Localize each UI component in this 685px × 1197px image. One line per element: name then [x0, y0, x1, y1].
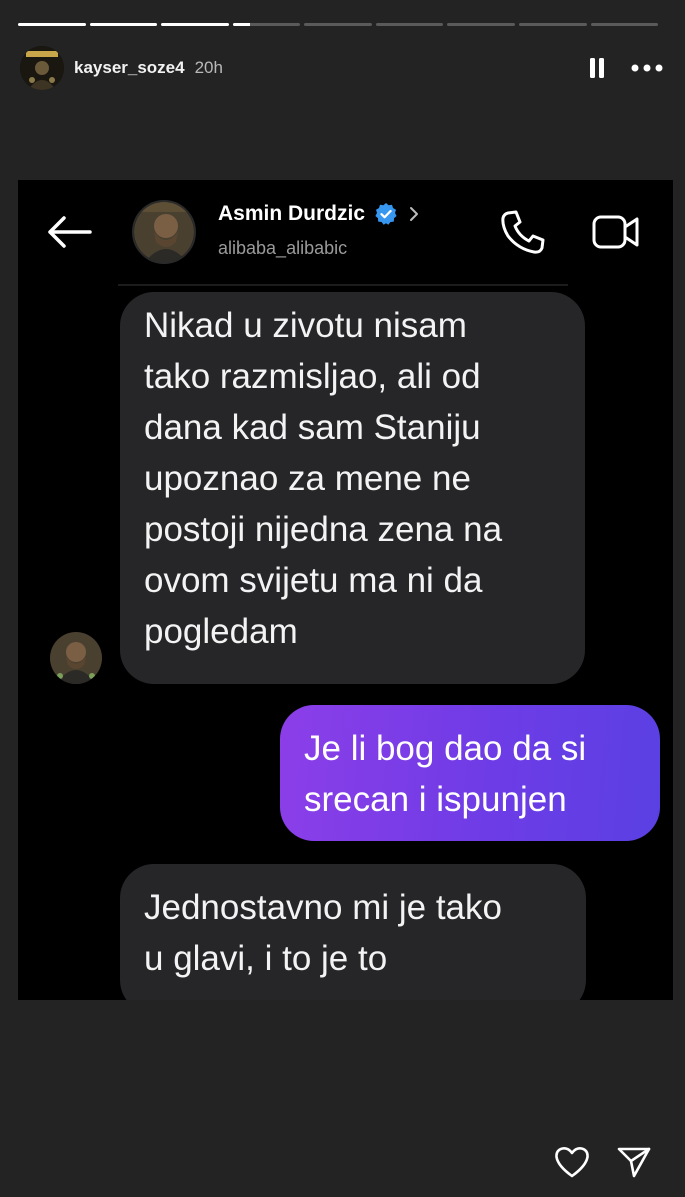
heart-icon: [555, 1147, 589, 1178]
story-progress-segment: [89, 23, 158, 26]
story-footer-actions: [552, 1142, 654, 1182]
more-dots-icon: [631, 64, 663, 72]
pause-icon: [590, 58, 604, 78]
phone-call-icon[interactable]: [500, 210, 546, 254]
story-progress-segment: [518, 23, 587, 26]
share-button[interactable]: [614, 1142, 654, 1182]
story-progress-segment: [18, 23, 86, 26]
contact-avatar[interactable]: [132, 200, 196, 264]
story-username[interactable]: kayser_soze4: [74, 58, 185, 78]
contact-photo-icon: [134, 202, 194, 262]
contact-name-row[interactable]: Asmin Durdzic: [218, 202, 422, 226]
story-progress-segment: [304, 23, 372, 26]
story-avatar[interactable]: [20, 46, 64, 90]
back-arrow-icon[interactable]: [46, 214, 92, 250]
story-progress-segment: [161, 23, 229, 26]
sender-avatar: [50, 632, 102, 684]
story-timestamp: 20h: [194, 58, 223, 77]
outgoing-message-bubble[interactable]: Je li bog dao da si srecan i ispunjen: [280, 705, 660, 841]
incoming-message-bubble[interactable]: Nikad u zivotu nisam tako razmisljao, al…: [120, 292, 585, 684]
send-paper-plane-icon: [617, 1147, 651, 1178]
chat-header: Asmin Durdzic alibaba_alibabic: [18, 180, 673, 285]
story-progress-fill: [161, 23, 229, 26]
contact-name[interactable]: Asmin Durdzic: [218, 202, 365, 226]
video-call-icon[interactable]: [592, 212, 640, 252]
story-progress-fill: [89, 23, 158, 26]
avatar-photo-icon: [20, 46, 64, 90]
story-progress-segment: [375, 23, 444, 26]
story-progress-segment: [590, 23, 659, 26]
header-divider: [118, 284, 568, 286]
pause-button[interactable]: [581, 52, 613, 84]
like-button[interactable]: [552, 1142, 592, 1182]
more-options-button[interactable]: [631, 52, 663, 84]
verified-badge-icon: [375, 203, 397, 225]
incoming-message-bubble[interactable]: Jednostavno mi je tako u glavi, i to je …: [120, 864, 586, 1000]
story-progress-fill: [232, 23, 250, 26]
story-progress-segment: [447, 23, 515, 26]
story-header: kayser_soze4 20h: [20, 45, 663, 91]
sender-photo-icon: [50, 632, 102, 684]
shared-chat-screenshot: Asmin Durdzic alibaba_alibabic Nikad u z…: [18, 180, 673, 1000]
chevron-right-icon: [410, 207, 419, 221]
story-progress-segment: [232, 23, 301, 26]
story-progress-bar: [18, 23, 659, 27]
contact-handle: alibaba_alibabic: [218, 238, 348, 258]
story-progress-fill: [18, 23, 86, 26]
